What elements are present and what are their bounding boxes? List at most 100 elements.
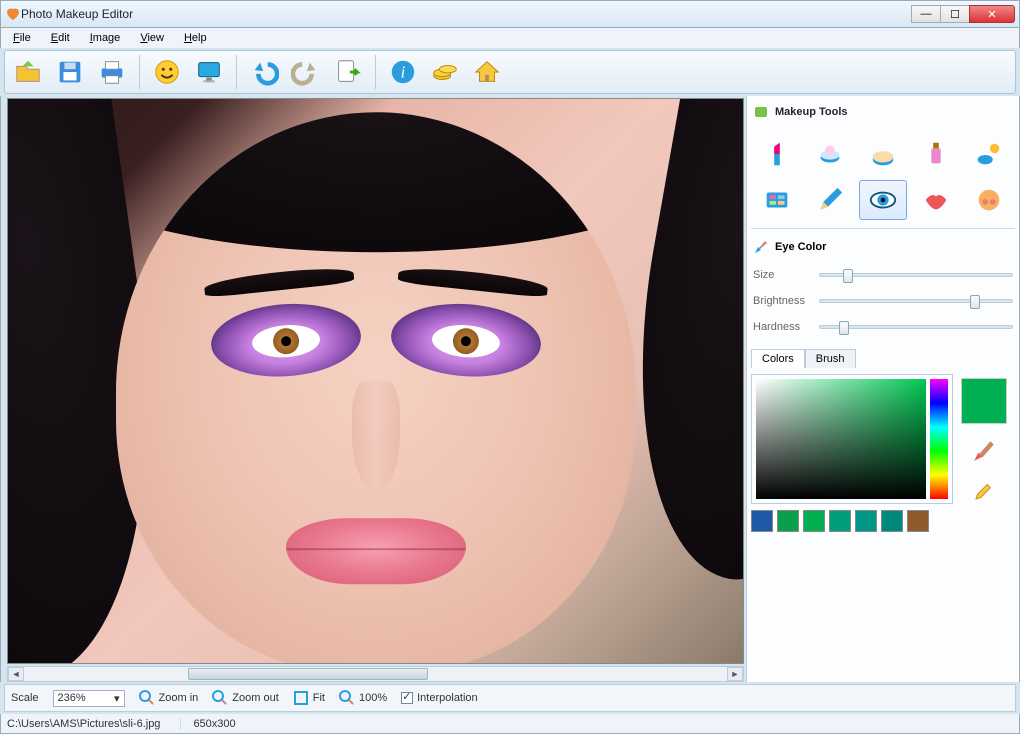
minimize-button[interactable]: — bbox=[911, 5, 941, 23]
monitor-icon bbox=[194, 57, 224, 87]
swatch[interactable] bbox=[751, 510, 773, 532]
svg-text:i: i bbox=[401, 63, 406, 82]
side-panel: Makeup Tools Eye Color Size Brightness bbox=[747, 96, 1019, 682]
info-icon: i bbox=[388, 57, 418, 87]
size-label: Size bbox=[753, 269, 813, 281]
menu-file[interactable]: File bbox=[5, 30, 39, 46]
powder-icon bbox=[815, 139, 845, 169]
tab-colors[interactable]: Colors bbox=[751, 349, 805, 368]
brightness-slider[interactable] bbox=[819, 299, 1013, 303]
hundred-button[interactable]: 100% bbox=[339, 690, 387, 706]
eyedropper-icon[interactable] bbox=[971, 478, 997, 504]
info-button[interactable]: i bbox=[384, 53, 422, 91]
redo-icon bbox=[291, 57, 321, 87]
status-bar: C:\Users\AMS\Pictures\sli-6.jpg 650x300 bbox=[0, 714, 1020, 734]
zoom-in-icon bbox=[139, 690, 155, 706]
lips-icon bbox=[921, 185, 951, 215]
tool-lips[interactable] bbox=[913, 180, 960, 220]
hardness-label: Hardness bbox=[753, 321, 813, 333]
tool-bottle[interactable] bbox=[913, 134, 960, 174]
menubar: File Edit Image View Help bbox=[0, 28, 1020, 48]
pencil-icon bbox=[815, 185, 845, 215]
tool-powder[interactable] bbox=[806, 134, 853, 174]
scroll-thumb[interactable] bbox=[188, 668, 428, 680]
hue-slider[interactable] bbox=[930, 379, 948, 499]
brush-small-icon bbox=[753, 239, 769, 255]
swatch[interactable] bbox=[855, 510, 877, 532]
menu-image[interactable]: Image bbox=[82, 30, 129, 46]
menu-view[interactable]: View bbox=[132, 30, 172, 46]
open-icon bbox=[13, 57, 43, 87]
fit-button[interactable]: Fit bbox=[293, 690, 325, 706]
zoom-bar: Scale 236% ▾ Zoom in Zoom out Fit 100% I… bbox=[4, 684, 1016, 712]
status-dimensions: 650x300 bbox=[180, 718, 235, 730]
lipstick-icon bbox=[762, 139, 792, 169]
zoom-in-button[interactable]: Zoom in bbox=[139, 690, 199, 706]
tool-eyeshadow[interactable] bbox=[753, 180, 800, 220]
tool-lipstick[interactable] bbox=[753, 134, 800, 174]
color-picker bbox=[751, 374, 953, 504]
undo-icon bbox=[249, 57, 279, 87]
home-button[interactable] bbox=[468, 53, 506, 91]
menu-edit[interactable]: Edit bbox=[43, 30, 78, 46]
tool-foundation[interactable] bbox=[859, 134, 906, 174]
app-icon bbox=[5, 6, 21, 22]
eyeshadow-icon bbox=[762, 185, 792, 215]
eye-icon bbox=[868, 185, 898, 215]
toolbar: i bbox=[4, 50, 1016, 94]
bottle-icon bbox=[921, 139, 951, 169]
scale-combo[interactable]: 236% ▾ bbox=[53, 690, 125, 707]
print-icon bbox=[97, 57, 127, 87]
swatch[interactable] bbox=[907, 510, 929, 532]
paintbrush-icon[interactable] bbox=[971, 438, 997, 464]
swatch[interactable] bbox=[829, 510, 851, 532]
scroll-left-arrow[interactable]: ◄ bbox=[8, 667, 24, 681]
tool-rouge[interactable] bbox=[966, 180, 1013, 220]
undo-button[interactable] bbox=[245, 53, 283, 91]
swatch[interactable] bbox=[777, 510, 799, 532]
print-button[interactable] bbox=[93, 53, 131, 91]
tab-brush[interactable]: Brush bbox=[805, 349, 856, 368]
screen-button[interactable] bbox=[190, 53, 228, 91]
home-icon bbox=[472, 57, 502, 87]
color-tabs: Colors Brush bbox=[751, 349, 1015, 368]
horizontal-scrollbar[interactable]: ◄ ► bbox=[7, 666, 744, 682]
photo-canvas[interactable] bbox=[7, 98, 744, 664]
makeup-tools-header: Makeup Tools bbox=[751, 100, 1015, 124]
sv-picker[interactable] bbox=[756, 379, 926, 499]
tool-suntan[interactable] bbox=[966, 134, 1013, 174]
titlebar: Photo Makeup Editor — ☐ ✕ bbox=[0, 0, 1020, 28]
purchase-button[interactable] bbox=[426, 53, 464, 91]
foundation-icon bbox=[868, 139, 898, 169]
interpolation-checkbox[interactable]: Interpolation bbox=[401, 692, 478, 704]
zoom-out-button[interactable]: Zoom out bbox=[212, 690, 278, 706]
open-button[interactable] bbox=[9, 53, 47, 91]
menu-help[interactable]: Help bbox=[176, 30, 215, 46]
save-icon bbox=[55, 57, 85, 87]
swatch[interactable] bbox=[803, 510, 825, 532]
canvas-area: ◄ ► bbox=[1, 96, 747, 682]
tool-eye-color[interactable] bbox=[859, 180, 906, 220]
save-button[interactable] bbox=[51, 53, 89, 91]
makeup-tools-grid bbox=[751, 130, 1015, 229]
scale-label: Scale bbox=[11, 692, 39, 704]
swatch[interactable] bbox=[881, 510, 903, 532]
scale-value: 236% bbox=[58, 692, 86, 704]
window-title: Photo Makeup Editor bbox=[21, 7, 912, 21]
eye-color-title: Eye Color bbox=[775, 241, 826, 253]
export-button[interactable] bbox=[329, 53, 367, 91]
suntan-icon bbox=[974, 139, 1004, 169]
size-slider-row: Size bbox=[751, 265, 1015, 285]
redo-button[interactable] bbox=[287, 53, 325, 91]
fit-icon bbox=[293, 690, 309, 706]
eye-color-header: Eye Color bbox=[751, 235, 1015, 259]
smiley-icon bbox=[152, 57, 182, 87]
close-button[interactable]: ✕ bbox=[969, 5, 1015, 23]
size-slider[interactable] bbox=[819, 273, 1013, 277]
export-icon bbox=[333, 57, 363, 87]
scroll-right-arrow[interactable]: ► bbox=[727, 667, 743, 681]
hardness-slider[interactable] bbox=[819, 325, 1013, 329]
tool-pencil[interactable] bbox=[806, 180, 853, 220]
effects-button[interactable] bbox=[148, 53, 186, 91]
maximize-button[interactable]: ☐ bbox=[940, 5, 970, 23]
